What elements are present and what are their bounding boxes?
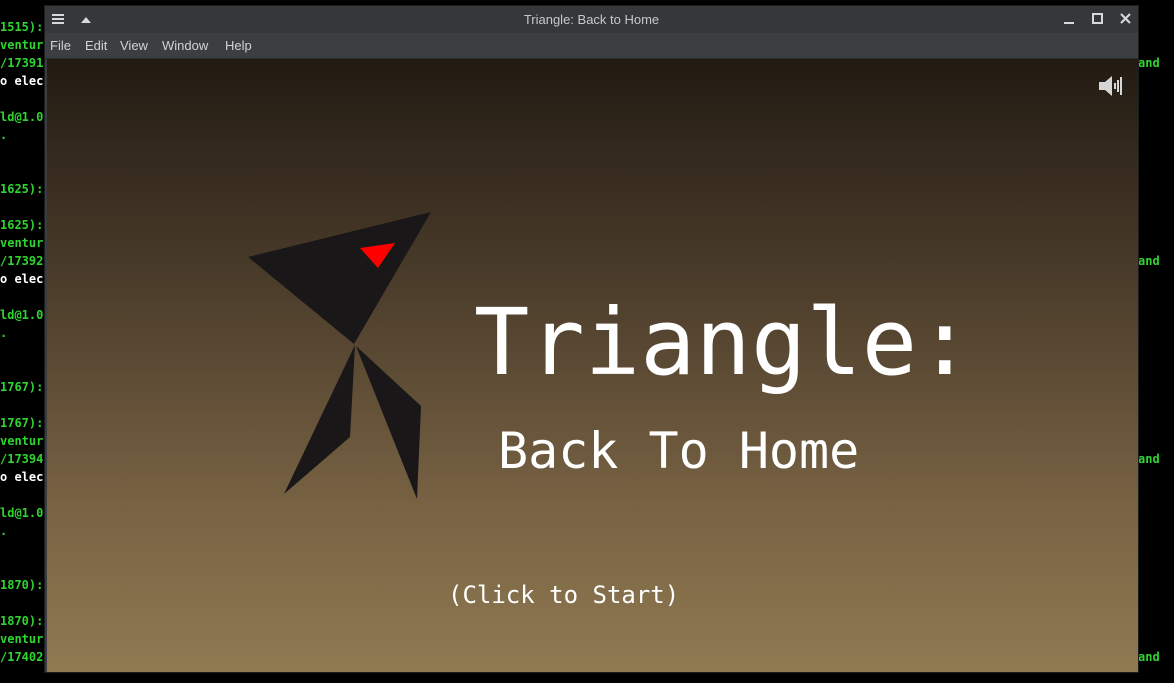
terminal-line: o elec — [0, 470, 44, 484]
terminal-line: ventur — [0, 632, 44, 646]
terminal-line: o elec — [0, 74, 44, 88]
menu-bar: File Edit View Window Help — [45, 33, 1138, 59]
terminal-line: . — [0, 524, 8, 538]
window-title: Triangle: Back to Home — [523, 12, 660, 27]
game-title: Triangle: — [474, 289, 973, 396]
app-window: Triangle: Back to Home File Edit View Wi… — [45, 6, 1138, 672]
terminal-line: /17392 — [0, 254, 44, 268]
game-canvas[interactable]: Triangle: Back To Home (Click to Start) — [47, 59, 1138, 672]
bird-head — [248, 212, 431, 344]
terminal-line: ventur — [0, 434, 44, 448]
menu-file[interactable]: File — [50, 33, 71, 58]
terminal-line: ventur — [0, 236, 44, 250]
terminal-line: 1870): — [0, 578, 44, 592]
menu-edit[interactable]: Edit — [85, 33, 107, 58]
terminal-line: ventur — [0, 38, 44, 52]
terminal-line: 1625): — [0, 218, 44, 232]
menu-help[interactable]: Help — [225, 33, 252, 58]
game-subtitle: Back To Home — [498, 422, 860, 480]
terminal-line: and — [1138, 452, 1160, 466]
terminal-line: /17394 — [0, 452, 44, 466]
terminal-line: o elec — [0, 272, 44, 286]
bird-right-wing — [356, 346, 421, 499]
menu-window[interactable]: Window — [162, 33, 208, 58]
title-bar: Triangle: Back to Home — [45, 6, 1138, 33]
click-to-start-prompt[interactable]: (Click to Start) — [448, 583, 679, 607]
terminal-line: ld@1.0 — [0, 308, 44, 322]
terminal-line: ld@1.0 — [0, 506, 44, 520]
menu-view[interactable]: View — [120, 33, 148, 58]
close-icon[interactable] — [1113, 6, 1137, 33]
maximize-icon[interactable] — [1085, 6, 1109, 33]
bird-left-wing — [284, 345, 355, 494]
minimize-icon[interactable] — [1057, 6, 1081, 33]
terminal-line: and — [1138, 254, 1160, 268]
terminal-line: and — [1138, 56, 1160, 70]
speaker-muted-icon[interactable] — [1097, 74, 1125, 98]
terminal-line: 1870): — [0, 614, 44, 628]
terminal-line: 1515): — [0, 20, 44, 34]
terminal-line: /17391 — [0, 56, 44, 70]
terminal-line: and — [1138, 650, 1160, 664]
terminal-line: ld@1.0 — [0, 110, 44, 124]
terminal-line: 1625): — [0, 182, 44, 196]
terminal-line: . — [0, 326, 8, 340]
terminal-line: 1767): — [0, 416, 44, 430]
terminal-line: 1767): — [0, 380, 44, 394]
terminal-line: . — [0, 128, 8, 142]
terminal-line: /17402 — [0, 650, 44, 664]
